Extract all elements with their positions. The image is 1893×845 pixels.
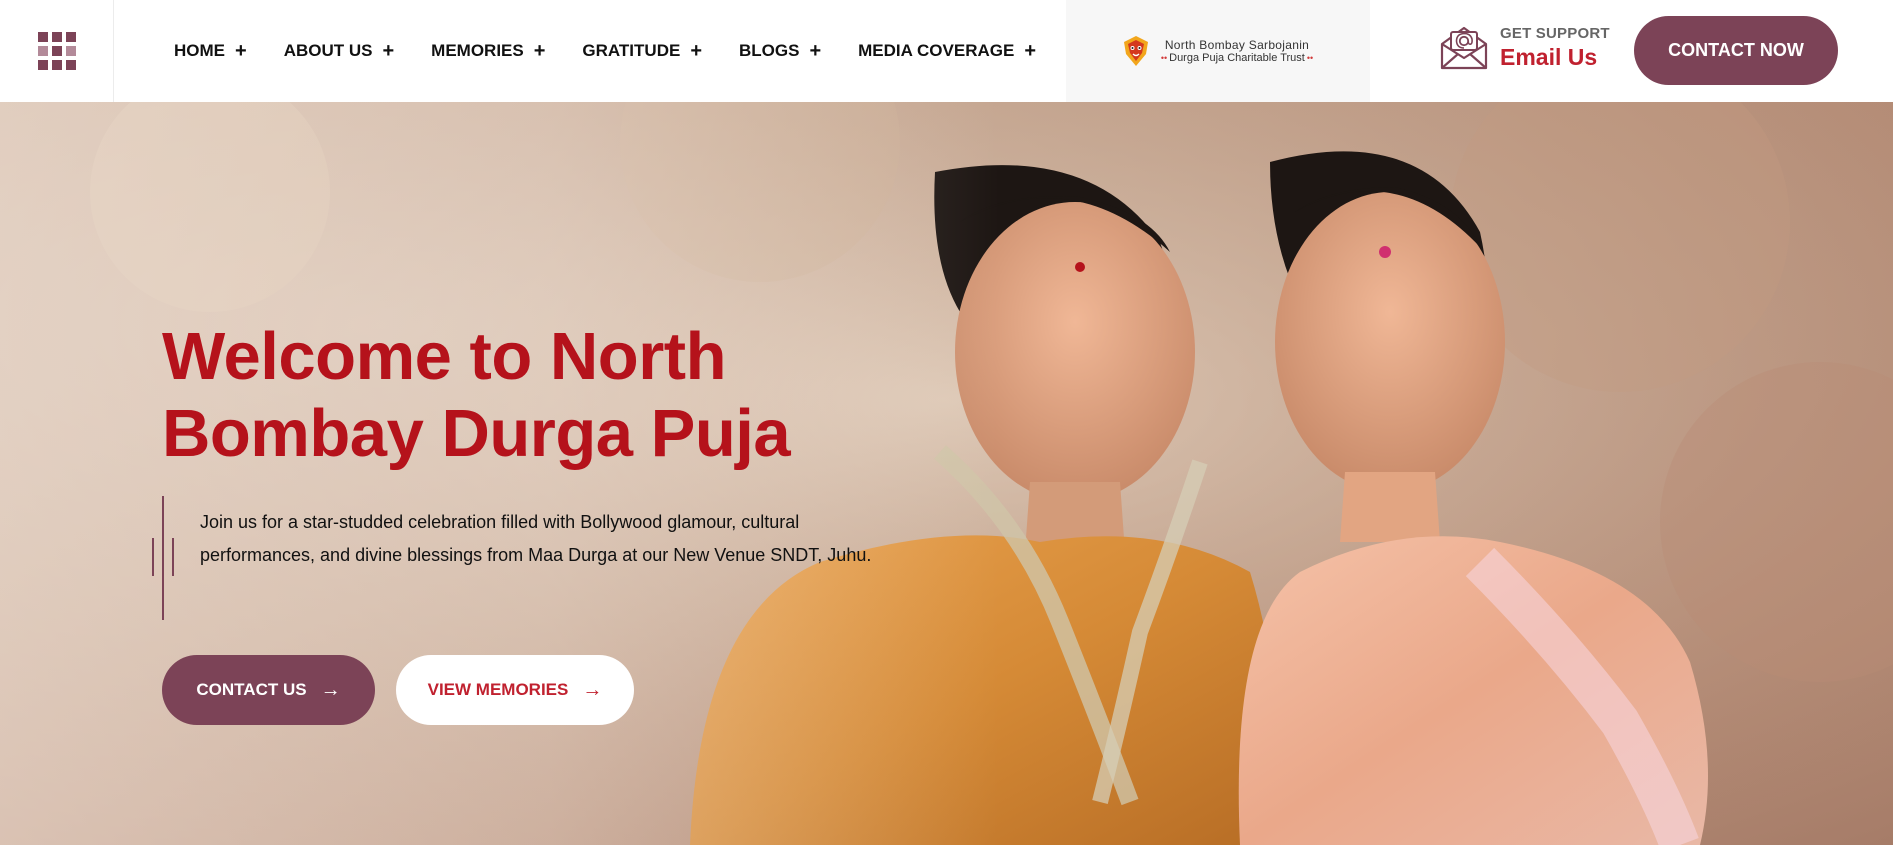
nav-item-label: MEDIA COVERAGE	[858, 41, 1015, 60]
plus-icon: +	[809, 40, 822, 62]
accent-divider	[152, 538, 154, 576]
logo-wordmark: North Bombay Sarbojanin •• Durga Puja Ch…	[1159, 38, 1315, 64]
logo-line-2: •• Durga Puja Charitable Trust ••	[1159, 52, 1315, 64]
nav-item-label: HOME	[174, 41, 225, 60]
accent-divider	[172, 538, 174, 576]
nav-item-memories[interactable]: MEMORIES +	[431, 41, 545, 61]
plus-icon: +	[235, 40, 247, 62]
arrow-right-icon: →	[320, 678, 341, 701]
nav-item-media-coverage[interactable]: MEDIA COVERAGE +	[858, 41, 1036, 61]
grid-menu-icon	[37, 32, 76, 70]
nav-item-label: ABOUT US	[283, 41, 373, 60]
arrow-right-icon: →	[582, 678, 603, 701]
nav-item-label: BLOGS	[739, 41, 800, 60]
site-logo[interactable]: North Bombay Sarbojanin •• Durga Puja Ch…	[1066, 0, 1370, 102]
logo-dots-right: ••	[1306, 53, 1314, 63]
plus-icon: +	[1024, 40, 1036, 62]
logo-line-2-text: Durga Puja Charitable Trust	[1169, 52, 1305, 64]
nav-item-home[interactable]: HOME +	[174, 41, 247, 61]
button-label: VIEW MEMORIES	[427, 680, 569, 699]
button-label: CONTACT US	[196, 680, 307, 699]
plus-icon: +	[382, 40, 395, 62]
email-support-link[interactable]: GET SUPPORT Email Us	[1438, 22, 1610, 74]
nav-item-blogs[interactable]: BLOGS +	[739, 41, 821, 61]
hero-title: Welcome to North Bombay Durga Puja	[162, 319, 791, 471]
support-email-link[interactable]: Email Us	[1500, 44, 1610, 71]
hero-description-block: Join us for a star-studded celebration f…	[152, 496, 872, 620]
main-nav: HOME + ABOUT US + MEMORIES + GRATITUDE +…	[174, 0, 1073, 102]
plus-icon: +	[690, 40, 702, 62]
support-label: GET SUPPORT	[1500, 25, 1610, 42]
accent-divider	[162, 496, 164, 620]
email-envelope-icon	[1440, 26, 1488, 70]
hero-description: Join us for a star-studded celebration f…	[200, 512, 872, 565]
support-text: GET SUPPORT Email Us	[1500, 25, 1610, 71]
site-header: HOME + ABOUT US + MEMORIES + GRATITUDE +…	[0, 0, 1893, 102]
view-memories-button[interactable]: VIEW MEMORIES →	[396, 655, 634, 725]
nav-item-gratitude[interactable]: GRATITUDE +	[582, 41, 702, 61]
logo-line-1: North Bombay Sarbojanin	[1164, 38, 1310, 52]
nav-item-label: GRATITUDE	[582, 41, 681, 60]
plus-icon: +	[533, 40, 546, 62]
nav-item-about-us[interactable]: ABOUT US +	[284, 41, 394, 61]
menu-grid-button[interactable]	[0, 0, 114, 102]
logo-dots-left: ••	[1160, 53, 1168, 63]
hero-overlay	[0, 102, 1000, 845]
hero-section: Welcome to North Bombay Durga Puja Join …	[0, 102, 1893, 845]
contact-us-button[interactable]: CONTACT US →	[162, 655, 375, 725]
durga-emblem-icon	[1123, 36, 1148, 66]
nav-item-label: MEMORIES	[431, 41, 524, 60]
contact-now-button[interactable]: CONTACT NOW	[1634, 16, 1838, 85]
